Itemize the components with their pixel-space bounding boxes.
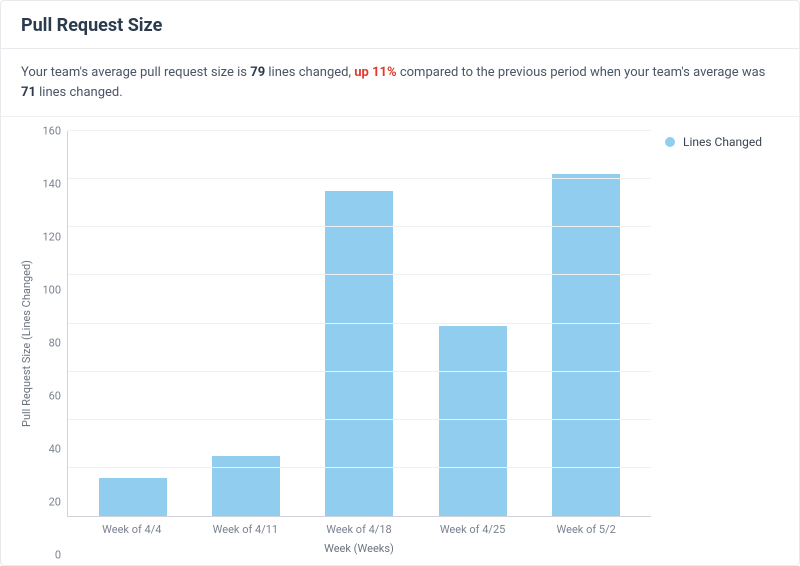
card-header: Pull Request Size: [1, 1, 799, 49]
summary-change: up 11%: [354, 65, 396, 80]
summary-suffix: lines changed.: [36, 85, 123, 100]
grid-line: [68, 371, 651, 372]
x-axis: Week of 4/4 Week of 4/11 Week of 4/18 Week …: [67, 517, 651, 536]
y-tick: 40: [31, 443, 61, 456]
summary-text: Your team's average pull request size is…: [1, 49, 799, 117]
y-tick: 80: [31, 337, 61, 350]
bar: [439, 326, 507, 516]
bars-group: [68, 131, 651, 516]
summary-prev: 71: [21, 85, 36, 100]
summary-mid2: compared to the previous period when you…: [397, 65, 766, 80]
grid-line: [68, 226, 651, 227]
grid-line: [68, 178, 651, 179]
legend-swatch-icon: [665, 137, 675, 147]
x-tick: Week of 5/2: [552, 523, 620, 536]
x-tick: Week of 4/4: [98, 523, 166, 536]
pull-request-size-card: Pull Request Size Your team's average pu…: [0, 0, 800, 566]
summary-prefix: Your team's average pull request size is: [21, 65, 250, 80]
legend-item-lines-changed: Lines Changed: [665, 135, 785, 149]
y-tick: 120: [31, 231, 61, 244]
y-tick: 0: [31, 549, 61, 562]
bar: [212, 456, 280, 516]
grid-line: [68, 419, 651, 420]
x-tick: Week of 4/11: [211, 523, 279, 536]
grid-line: [68, 323, 651, 324]
summary-avg: 79: [250, 65, 265, 80]
grid-line: [68, 467, 651, 468]
grid-line: [68, 130, 651, 131]
plot-column: Week of 4/4Week of 4/11Week of 4/18Week …: [67, 131, 651, 555]
y-tick: 100: [31, 284, 61, 297]
legend-label: Lines Changed: [683, 135, 762, 149]
x-tick: Week of 4/25: [439, 523, 507, 536]
x-tick: Week of 4/18: [325, 523, 393, 536]
grid-line: [68, 274, 651, 275]
plot-area: [67, 131, 651, 517]
x-axis-label: Week (Weeks): [67, 536, 651, 555]
y-tick: 140: [31, 178, 61, 191]
legend: Lines Changed: [665, 131, 785, 555]
y-tick: 60: [31, 390, 61, 403]
card-title: Pull Request Size: [21, 15, 779, 36]
y-tick: 160: [31, 125, 61, 138]
y-axis: 020406080100120140160: [37, 131, 67, 555]
chart-area: Pull Request Size (Lines Changed) 020406…: [15, 131, 651, 555]
summary-mid1: lines changed,: [265, 65, 354, 80]
bar: [99, 478, 167, 517]
chart-container: Pull Request Size (Lines Changed) 020406…: [1, 117, 799, 565]
y-tick: 20: [31, 496, 61, 509]
